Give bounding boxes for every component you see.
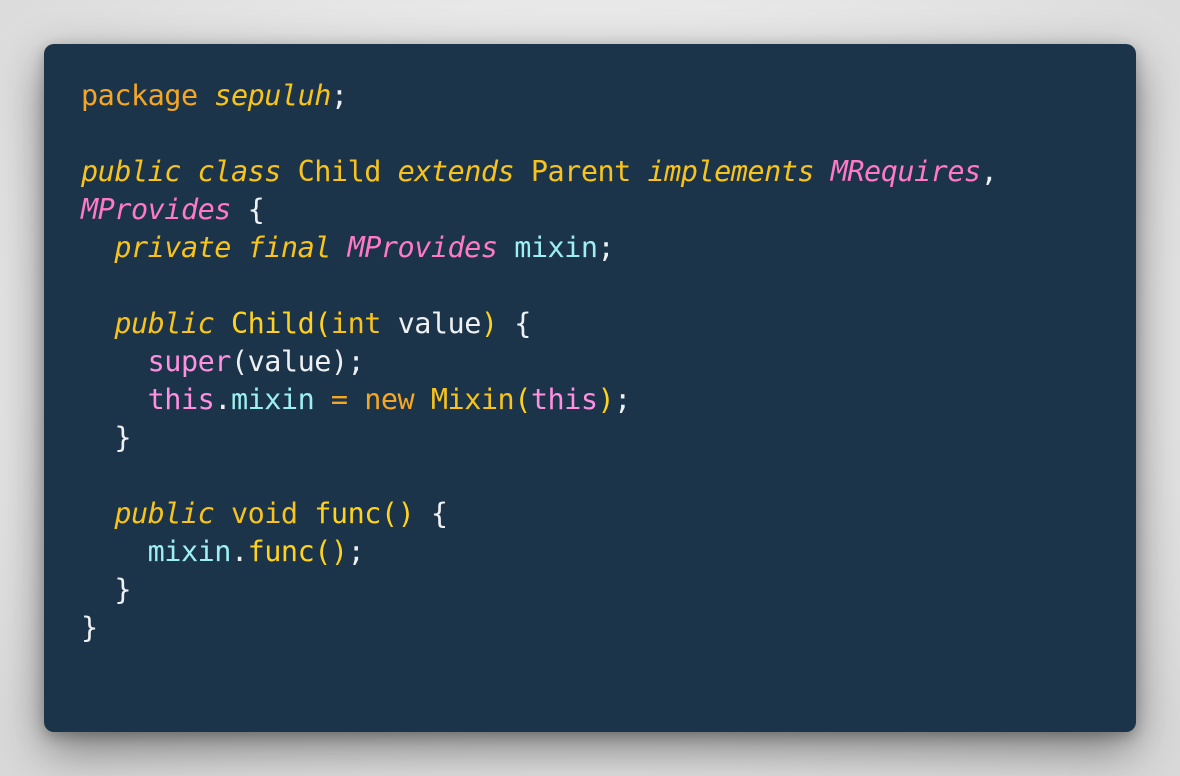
- code-token: mixin: [514, 231, 598, 264]
- code-token: public: [114, 307, 215, 340]
- code-token: super: [147, 345, 232, 378]
- code-token: MRequires: [830, 155, 981, 188]
- code-line: }: [81, 419, 1136, 457]
- code-token: .: [230, 535, 248, 568]
- code-line: private final MProvides mixin;: [81, 229, 1136, 267]
- code-line: ​: [81, 267, 1136, 305]
- code-line: }: [81, 609, 1136, 647]
- code-token: ): [480, 307, 498, 340]
- code-token: Parent: [530, 155, 631, 188]
- code-line: ​: [81, 115, 1136, 153]
- code-token: public: [114, 497, 215, 530]
- code-token: func: [314, 497, 381, 530]
- code-token: mixin: [147, 535, 232, 568]
- code-token: value: [380, 307, 482, 340]
- code-token: Child: [230, 307, 315, 340]
- code-line: MProvides {: [81, 191, 1136, 229]
- code-token: final: [247, 231, 332, 264]
- code-token: mixin: [230, 383, 315, 416]
- code-token: }: [81, 573, 131, 606]
- code-token: }: [81, 421, 131, 454]
- code-token: (value);: [230, 345, 365, 378]
- code-token: extends: [397, 155, 515, 188]
- code-token: (): [380, 497, 415, 530]
- code-line: public Child(int value) {: [81, 305, 1136, 343]
- code-token: =: [314, 383, 365, 416]
- code-token: ;: [597, 231, 615, 264]
- code-snippet-window: package sepuluh;​public class Child exte…: [44, 44, 1136, 732]
- code-token: }: [81, 611, 98, 644]
- code-line: mixin.func();: [81, 533, 1136, 571]
- code-line: package sepuluh;: [81, 77, 1136, 115]
- code-token: {: [414, 497, 448, 530]
- code-token: .: [214, 383, 231, 416]
- code-token: ;: [330, 79, 348, 112]
- code-token: void: [230, 497, 298, 530]
- code-token: (: [514, 383, 531, 416]
- code-line: this.mixin = new Mixin(this);: [81, 381, 1136, 419]
- code-token: Child: [297, 155, 382, 188]
- code-token: MProvides: [347, 231, 498, 264]
- code-token: this: [147, 383, 215, 416]
- code-token: implements: [647, 155, 815, 188]
- code-token: ;: [347, 535, 365, 568]
- code-token: (: [314, 307, 331, 340]
- code-token: int: [330, 307, 381, 340]
- code-token: this: [530, 383, 598, 416]
- code-token: public: [81, 155, 181, 188]
- code-token: ): [597, 383, 615, 416]
- code-token: {: [497, 307, 531, 340]
- code-token: Mixin: [430, 383, 515, 416]
- code-line: public class Child extends Parent implem…: [81, 153, 1136, 191]
- code-token: new: [364, 383, 415, 416]
- code-token: private: [114, 231, 231, 264]
- code-line: public void func() {: [81, 495, 1136, 533]
- code-token: ;: [614, 383, 631, 416]
- code-line: }: [81, 571, 1136, 609]
- code-token: class: [197, 155, 282, 188]
- code-token: sepuluh: [214, 79, 331, 112]
- code-token: {: [230, 193, 265, 226]
- code-token: ,: [980, 155, 998, 188]
- code-line: ​: [81, 457, 1136, 495]
- code-token: package: [81, 79, 198, 112]
- code-token: MProvides: [81, 193, 231, 226]
- code-token: func: [247, 535, 315, 568]
- code-token: (): [314, 535, 348, 568]
- code-line: super(value);: [81, 343, 1136, 381]
- code-block: package sepuluh;​public class Child exte…: [81, 77, 1136, 647]
